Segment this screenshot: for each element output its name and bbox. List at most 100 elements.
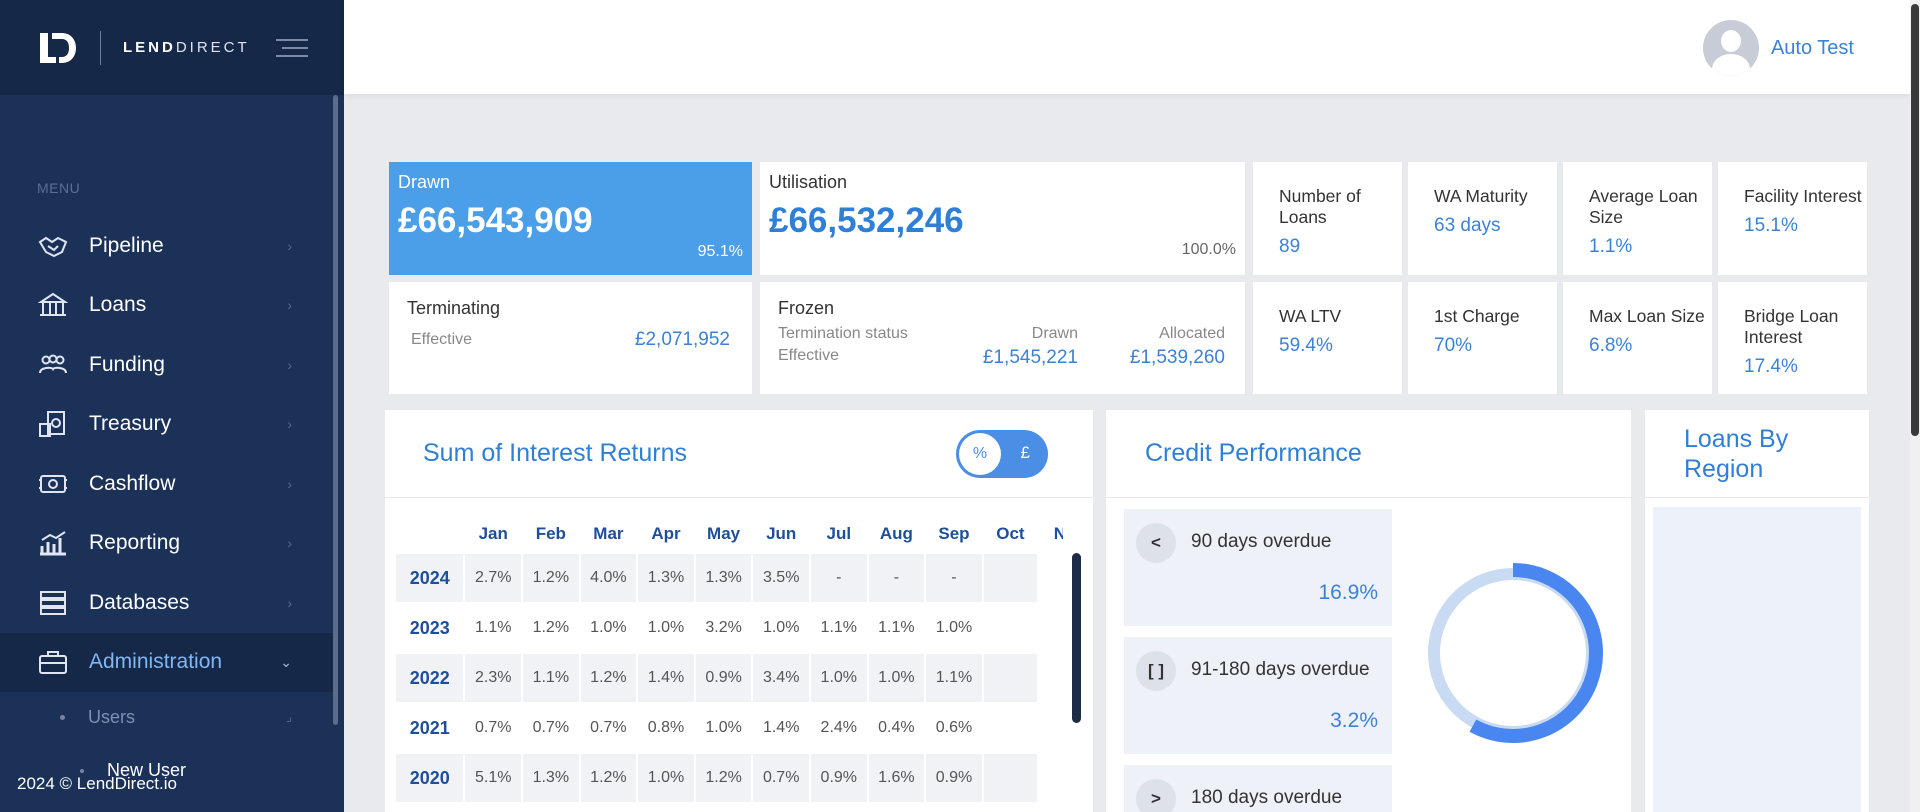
table-row: 2022 2.3% 1.1% 1.2% 1.4% 0.9% 3.4% 1.0% 1.0% 1.1% (396, 654, 1091, 702)
stat-value: 63 days (1434, 215, 1501, 236)
value-cell: 1.1% (465, 604, 522, 652)
utilisation-title: Utilisation (769, 172, 848, 192)
table-scrollbar[interactable] (1072, 553, 1081, 723)
month-header: Sep (938, 524, 970, 543)
people-icon (37, 351, 69, 379)
sidebar-item-pipeline[interactable]: Pipeline › (0, 216, 334, 276)
year-cell: 2022 (396, 654, 464, 702)
value-cell: 1.0% (753, 604, 809, 652)
sidebar-item-funding[interactable]: Funding › (0, 335, 334, 395)
value-cell: 3.4% (753, 654, 809, 702)
sidebar-subitem-users[interactable]: Users ⌟ (0, 692, 334, 742)
overdue-180-item[interactable]: > 180 days overdue (1124, 765, 1392, 812)
chevron-down-icon: ⌄ (280, 653, 292, 670)
stat-wa-ltv: WA LTV 59.4% (1253, 282, 1402, 394)
percent-toggle-option[interactable]: % (959, 433, 1001, 475)
sidebar-header: LENDDIRECT (0, 0, 344, 95)
value-cell (983, 604, 1038, 652)
month-header: Jul (826, 524, 852, 543)
sidebar-item-treasury[interactable]: Treasury › (0, 395, 334, 455)
utilisation-value: £66,532,246 (769, 201, 964, 240)
value-cell: 1.0% (580, 604, 637, 652)
sidebar-item-cashflow[interactable]: Cashflow › (0, 454, 334, 514)
overdue-90-item[interactable]: < 90 days overdue 16.9% (1124, 509, 1392, 626)
value-cell: 1.1% (926, 654, 982, 702)
lenddirect-logo-icon[interactable] (38, 31, 78, 65)
sidebar-item-loans[interactable]: Loans › (0, 276, 334, 336)
credit-performance-panel: Credit Performance < 90 days overdue 16.… (1106, 410, 1631, 812)
sidebar-item-label: Loans (89, 293, 147, 317)
sidebar-item-label: Administration (89, 650, 223, 674)
overdue-91-180-item[interactable]: [ ] 91-180 days overdue 3.2% (1124, 637, 1392, 754)
brackets-icon: [ ] (1136, 651, 1176, 691)
credit-performance-title: Credit Performance (1145, 439, 1362, 467)
value-cell: 0.8% (638, 704, 694, 752)
unit-toggle[interactable]: % £ (956, 430, 1048, 478)
value-cell: - (810, 554, 867, 602)
value-cell: 3.5% (753, 554, 809, 602)
month-header: Oct (996, 524, 1025, 543)
handshake-icon (37, 232, 69, 260)
month-header: Feb (535, 524, 566, 543)
stat-value: 17.4% (1744, 356, 1798, 377)
value-cell: 0.4% (868, 704, 925, 752)
bullet-icon (60, 714, 65, 720)
value-cell: 1.3% (523, 754, 579, 802)
stat-1st-charge: 1st Charge 70% (1408, 282, 1557, 394)
interest-returns-panel: Sum of Interest Returns % £ Jan Feb Mar … (385, 410, 1093, 812)
copyright-footer: 2024 © LendDirect.io (17, 774, 177, 793)
year-header (396, 516, 463, 552)
menu-toggle-icon[interactable] (275, 38, 308, 57)
briefcase-icon (37, 648, 69, 676)
drawn-title: Drawn (398, 172, 451, 192)
sidebar-item-reporting[interactable]: Reporting › (0, 514, 334, 574)
stat-title: Max Loan Size (1589, 306, 1705, 326)
sidebar-scrollbar[interactable] (333, 95, 338, 725)
loans-by-region-panel: Loans By Region (1645, 410, 1869, 812)
stat-title: Facility Interest (1744, 186, 1862, 206)
table-row: 2020 5.1% 1.3% 1.2% 1.0% 1.2% 0.7% 0.9% 1.6% 0.9% (396, 754, 1091, 802)
pound-toggle-option[interactable]: £ (1021, 443, 1030, 463)
value-cell: 1.0% (868, 654, 925, 702)
value-cell: 1.2% (580, 654, 637, 702)
month-header: May (707, 524, 741, 543)
value-cell: 1.2% (523, 604, 579, 652)
overdue-label: 90 days overdue (1191, 531, 1332, 552)
allocated-label: Allocated (1159, 325, 1225, 342)
value-cell: 1.6% (868, 754, 925, 802)
stat-value: 1.1% (1589, 236, 1633, 257)
cash-icon (37, 470, 69, 498)
page-scrollbar[interactable] (1910, 0, 1920, 812)
chevron-right-icon: › (287, 475, 292, 492)
value-cell: 0.6% (926, 704, 982, 752)
value-cell (983, 704, 1038, 752)
value-cell: 1.0% (926, 604, 982, 652)
sidebar-item-databases[interactable]: Databases › (0, 573, 334, 633)
stat-facility-interest: Facility Interest 15.1% (1718, 162, 1867, 275)
stat-number-of-loans: Number of Loans 89 (1253, 162, 1402, 275)
avatar[interactable] (1702, 20, 1759, 76)
stat-wa-maturity: WA Maturity 63 days (1408, 162, 1557, 275)
stat-title: Bridge Loan Interest (1744, 306, 1839, 347)
sidebar-item-administration[interactable]: Administration ⌄ (0, 632, 334, 692)
overdue-label: 180 days overdue (1191, 787, 1343, 808)
stat-value: 89 (1279, 236, 1301, 257)
value-cell: 1.1% (810, 604, 867, 652)
user-menu[interactable]: Auto Test (1702, 20, 1854, 76)
value-cell: - (868, 554, 925, 602)
value-cell: 1.2% (695, 754, 752, 802)
frozen-allocated-value: £1,539,260 (1129, 347, 1225, 368)
value-cell: 3.2% (695, 604, 752, 652)
utilisation-card: Utilisation £66,532,246 100.0% (760, 162, 1245, 275)
terminating-title: Terminating (407, 298, 501, 318)
value-cell: 1.0% (810, 654, 867, 702)
menu-section-label: MENU (37, 180, 81, 196)
sidebar-item-label: Treasury (89, 412, 172, 436)
region-map-area[interactable] (1653, 507, 1861, 812)
chevron-right-icon: › (287, 237, 292, 254)
value-cell: 2.4% (810, 704, 867, 752)
page-scrollbar-thumb[interactable] (1911, 4, 1919, 436)
year-cell: 2020 (396, 754, 464, 802)
month-header: Mar (593, 524, 624, 543)
user-name[interactable]: Auto Test (1771, 37, 1854, 60)
